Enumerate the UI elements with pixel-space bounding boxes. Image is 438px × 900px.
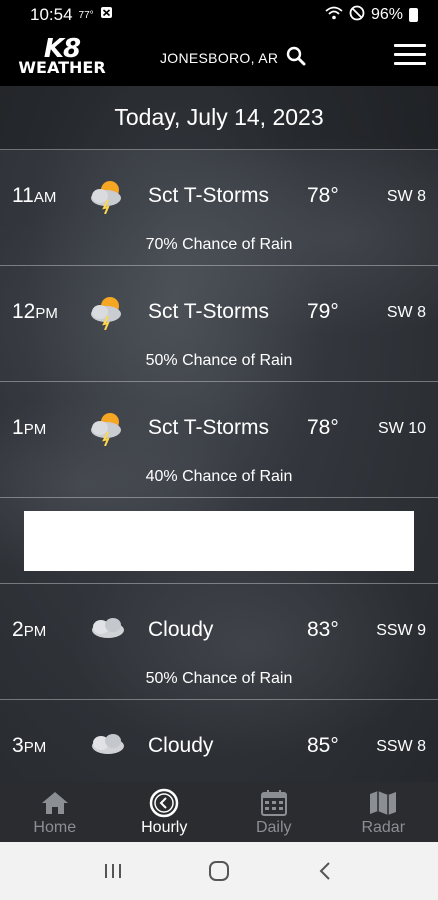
location-selector[interactable]: JONESBORO, AR [160, 46, 306, 69]
hourly-row: 2PM Cloudy 83° SSW 9 50% Chance of Rain [0, 584, 438, 700]
home-icon [40, 788, 70, 818]
system-nav-bar [0, 842, 438, 900]
home-button[interactable] [189, 851, 249, 891]
tab-daily[interactable]: Daily [219, 782, 329, 842]
condition-text: Cloudy [148, 734, 214, 757]
storm-icon [86, 294, 130, 331]
hourly-forecast-panel[interactable]: Today, July 14, 2023 11AM Sct T-Storms 7… [0, 86, 438, 782]
tab-home[interactable]: Home [0, 782, 110, 842]
wind: SSW 8 [376, 738, 426, 755]
temperature: 85° [307, 734, 339, 757]
condition-text: Cloudy [148, 618, 214, 641]
ad-row [0, 498, 438, 584]
condition-text: Sct T-Storms [148, 416, 269, 439]
storm-icon [86, 178, 130, 215]
map-icon [368, 788, 398, 818]
battery-percent: 96% [370, 6, 403, 23]
hourly-row: 1PM Sct T-Storms 78° SW 10 40% Chance of… [0, 382, 438, 498]
calendar-icon [260, 788, 288, 818]
wind: SSW 9 [376, 622, 426, 639]
wind: SW 10 [377, 420, 426, 437]
app-header: K8 WEATHER JONESBORO, AR [0, 30, 438, 86]
battery-icon [409, 8, 418, 22]
logo-weather-text: WEATHER [18, 58, 106, 77]
status-time: 10:54 [30, 5, 73, 24]
tab-label: Daily [255, 818, 292, 836]
storm-icon [86, 410, 130, 447]
hamburger-menu-icon[interactable] [394, 44, 426, 70]
location-label: JONESBORO, AR [160, 49, 279, 66]
status-temp: 77° [78, 9, 94, 21]
temperature: 79° [307, 300, 339, 323]
back-button[interactable] [295, 851, 355, 891]
temperature: 78° [307, 416, 339, 439]
tab-hourly[interactable]: Hourly [110, 782, 220, 842]
recent-apps-button[interactable] [83, 851, 143, 891]
ad-banner[interactable] [24, 511, 414, 571]
forecast-date-title: Today, July 14, 2023 [0, 86, 438, 150]
condition-text: Sct T-Storms [148, 300, 269, 323]
notification-icon [100, 6, 113, 24]
temperature: 83° [307, 618, 339, 641]
hourly-row: 3PM Cloudy 85° SSW 8 [0, 700, 438, 782]
hour-label: 2PM [12, 618, 47, 641]
clock-icon [149, 788, 179, 818]
temperature: 78° [307, 184, 339, 207]
do-not-disturb-icon [349, 5, 365, 26]
cloud-icon [86, 612, 130, 648]
search-icon[interactable] [286, 46, 306, 69]
tab-label: Hourly [141, 818, 188, 836]
rain-chance: 40% Chance of Rain [145, 468, 293, 485]
bottom-tab-bar: Home Hourly Daily Radar [0, 782, 438, 842]
status-bar: 10:54 77° 96% [0, 0, 438, 30]
hour-label: 1PM [12, 416, 47, 439]
tab-label: Home [33, 818, 77, 836]
tab-radar[interactable]: Radar [329, 782, 438, 842]
hour-label: 3PM [12, 734, 47, 757]
wind: SW 8 [386, 304, 426, 321]
hourly-row: 11AM Sct T-Storms 78° SW 8 70% Chance of… [0, 150, 438, 266]
hourly-row: 12PM Sct T-Storms 79° SW 8 50% Chance of… [0, 266, 438, 382]
rain-chance: 50% Chance of Rain [145, 670, 293, 687]
wind: SW 8 [386, 188, 426, 205]
hour-label: 12PM [12, 300, 58, 323]
cloud-icon [86, 728, 130, 764]
tab-label: Radar [361, 818, 406, 836]
rain-chance: 50% Chance of Rain [145, 352, 293, 369]
hour-label: 11AM [12, 184, 57, 207]
condition-text: Sct T-Storms [148, 184, 269, 207]
rain-chance: 70% Chance of Rain [145, 236, 293, 253]
k8-weather-logo[interactable]: K8 WEATHER [16, 34, 108, 78]
logo-k8-text: K8 [43, 34, 81, 64]
wifi-icon [325, 6, 343, 25]
